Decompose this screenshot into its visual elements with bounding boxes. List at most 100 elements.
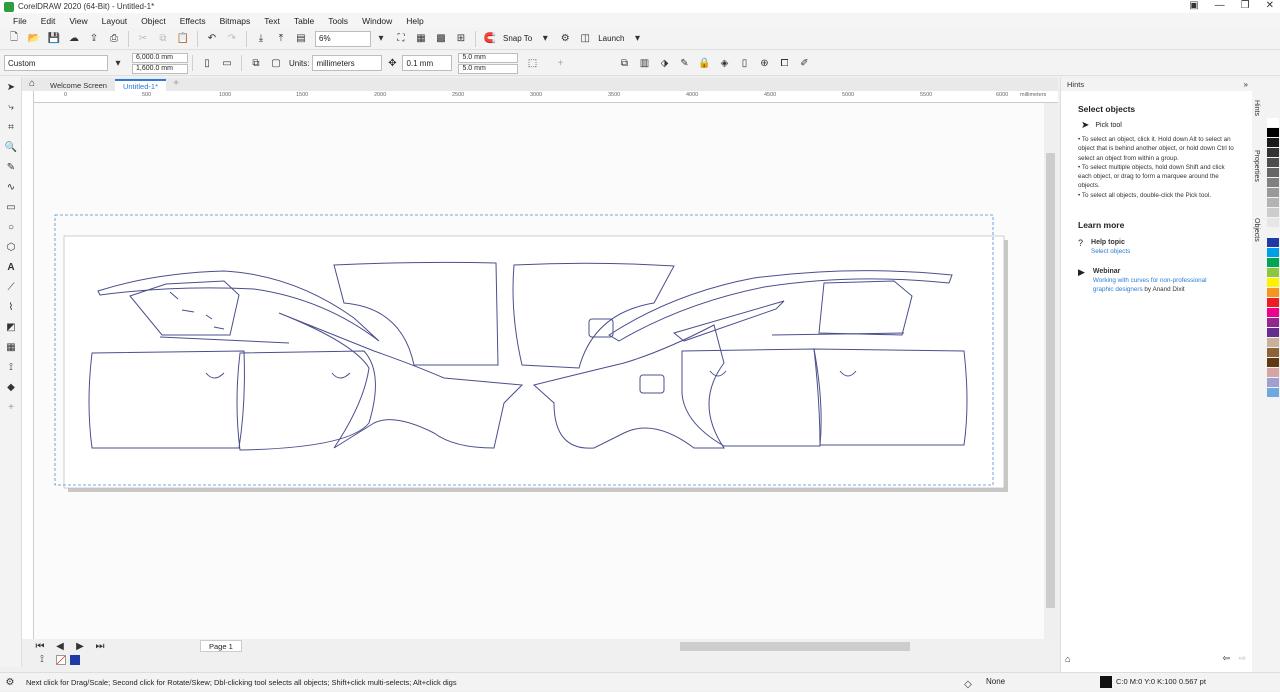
palette-swatch[interactable]: [1267, 198, 1279, 208]
snap-dropdown-icon[interactable]: ▾: [537, 31, 553, 47]
close-button[interactable]: ✕: [1266, 0, 1274, 11]
palette-swatch[interactable]: [1267, 308, 1279, 318]
show-guidelines-icon[interactable]: ⊞: [453, 31, 469, 47]
palette-swatch[interactable]: [1267, 288, 1279, 298]
snap-icon[interactable]: 🧲: [482, 31, 498, 47]
drop-shadow-icon[interactable]: ◩: [0, 317, 22, 337]
upload-icon[interactable]: ⇪: [86, 31, 102, 47]
menu-window[interactable]: Window: [355, 16, 399, 26]
export-icon[interactable]: ⤒: [273, 31, 289, 47]
portrait-icon[interactable]: ▯: [199, 55, 215, 71]
new-document-icon[interactable]: 🗋: [6, 31, 22, 47]
palette-swatch[interactable]: [1267, 178, 1279, 188]
palette-swatch[interactable]: [1267, 128, 1279, 138]
blue-swatch[interactable]: [70, 654, 80, 665]
palette-swatch[interactable]: [1267, 358, 1279, 368]
menu-effects[interactable]: Effects: [173, 16, 213, 26]
duplicate-x-field[interactable]: 5.0 mm: [458, 52, 519, 63]
last-page-icon[interactable]: ⏭: [92, 638, 108, 654]
minimize-button[interactable]: —: [1215, 0, 1225, 11]
connector-tool-icon[interactable]: ⌇: [0, 297, 22, 317]
lock-icon[interactable]: 🔒: [696, 55, 712, 71]
palette-swatch[interactable]: [1267, 138, 1279, 148]
page-size-dropdown-icon[interactable]: ▾: [110, 55, 126, 71]
docker-back-icon[interactable]: ⇦: [1222, 653, 1230, 664]
palette-swatch[interactable]: [1267, 348, 1279, 358]
full-screen-icon[interactable]: ⛶: [393, 31, 409, 47]
page-icon[interactable]: ▯: [736, 55, 752, 71]
print-icon[interactable]: ⎙: [106, 31, 122, 47]
menu-layout[interactable]: Layout: [95, 16, 135, 26]
account-icon[interactable]: ▣: [1189, 0, 1198, 11]
artistic-media-icon[interactable]: ∿: [0, 177, 22, 197]
palette-swatch[interactable]: [1267, 278, 1279, 288]
pick-tool-icon[interactable]: ➤: [0, 77, 22, 97]
paste-icon[interactable]: 📋: [175, 31, 191, 47]
page-height-field[interactable]: 1,600.0 mm: [132, 63, 188, 74]
palette-swatch[interactable]: [1267, 268, 1279, 278]
edit-path-icon[interactable]: ✐: [796, 55, 812, 71]
undo-icon[interactable]: ↶: [204, 31, 220, 47]
freehand-tool-icon[interactable]: ✎: [0, 157, 22, 177]
horizontal-ruler[interactable]: 0 500 1000 1500 2000 2500 3000 3500 4000…: [34, 91, 1058, 103]
settings-gear-icon[interactable]: ⚙: [2, 674, 18, 690]
arrange-icon[interactable]: ⧉: [616, 55, 632, 71]
palette-swatch[interactable]: [1267, 228, 1279, 238]
snap-to-button[interactable]: Snap To: [503, 34, 532, 43]
vertical-scroll-thumb[interactable]: [1046, 153, 1055, 608]
zoom-dropdown-icon[interactable]: ▾: [373, 31, 389, 47]
palette-swatch[interactable]: [1267, 388, 1279, 398]
palette-swatch[interactable]: [1267, 218, 1279, 228]
palette-swatch[interactable]: [1267, 258, 1279, 268]
crop-tool-icon[interactable]: ⌗: [0, 117, 22, 137]
text-tool-icon[interactable]: A: [0, 257, 22, 277]
launch-dropdown-icon[interactable]: ▾: [629, 31, 645, 47]
palette-swatch[interactable]: [1267, 338, 1279, 348]
new-tab-icon[interactable]: +: [168, 75, 184, 91]
page-size-select[interactable]: Custom: [4, 55, 108, 71]
menu-file[interactable]: File: [6, 16, 34, 26]
palette-swatch[interactable]: [1267, 168, 1279, 178]
layer-icon[interactable]: ◈: [716, 55, 732, 71]
car-wrap-drawing[interactable]: [34, 103, 1044, 639]
bleed-icon[interactable]: ⬚: [524, 55, 540, 71]
menu-edit[interactable]: Edit: [34, 16, 63, 26]
nudge-distance-field[interactable]: 0.1 mm: [402, 55, 453, 71]
publish-pdf-icon[interactable]: ▤: [293, 31, 309, 47]
launch-icon[interactable]: ◫: [577, 31, 593, 47]
tab-untitled[interactable]: Untitled-1*: [114, 79, 166, 91]
docker-home-icon[interactable]: ⌂: [1065, 654, 1070, 664]
outline-color-swatch[interactable]: [1100, 676, 1112, 688]
docker-forward-icon[interactable]: ⇨: [1238, 653, 1246, 664]
save-icon[interactable]: 💾: [46, 31, 62, 47]
palette-swatch[interactable]: [1267, 118, 1279, 128]
palette-swatch[interactable]: [1267, 158, 1279, 168]
tab-properties[interactable]: Properties: [1253, 150, 1260, 182]
menu-bitmaps[interactable]: Bitmaps: [213, 16, 258, 26]
fill-icon[interactable]: ◇: [960, 676, 976, 692]
redo-icon[interactable]: ↷: [224, 31, 240, 47]
palette-swatch[interactable]: [1267, 378, 1279, 388]
transform-icon[interactable]: ⬗: [656, 55, 672, 71]
menu-tools[interactable]: Tools: [321, 16, 355, 26]
show-rulers-icon[interactable]: ▦: [413, 31, 429, 47]
vertical-scrollbar[interactable]: [1044, 103, 1058, 639]
palette-swatch[interactable]: [1267, 368, 1279, 378]
palette-swatch[interactable]: [1267, 208, 1279, 218]
page-tab[interactable]: Page 1: [200, 640, 242, 652]
menu-table[interactable]: Table: [287, 16, 321, 26]
menu-view[interactable]: View: [62, 16, 94, 26]
add-tool-icon[interactable]: +: [0, 397, 22, 417]
new-page-icon[interactable]: ⊕: [756, 55, 772, 71]
polygon-tool-icon[interactable]: ⬡: [0, 237, 22, 257]
align-icon[interactable]: ▥: [636, 55, 652, 71]
palette-swatch[interactable]: [1267, 318, 1279, 328]
zoom-tool-icon[interactable]: 🔍: [0, 137, 22, 157]
current-page-icon[interactable]: ▢: [268, 55, 284, 71]
vertical-ruler[interactable]: [22, 91, 34, 639]
tab-welcome-screen[interactable]: Welcome Screen: [42, 79, 115, 91]
palette-swatch[interactable]: [1267, 148, 1279, 158]
drawing-canvas[interactable]: [34, 103, 1044, 639]
landscape-icon[interactable]: ▭: [219, 55, 235, 71]
prev-page-icon[interactable]: ◀: [52, 638, 68, 654]
